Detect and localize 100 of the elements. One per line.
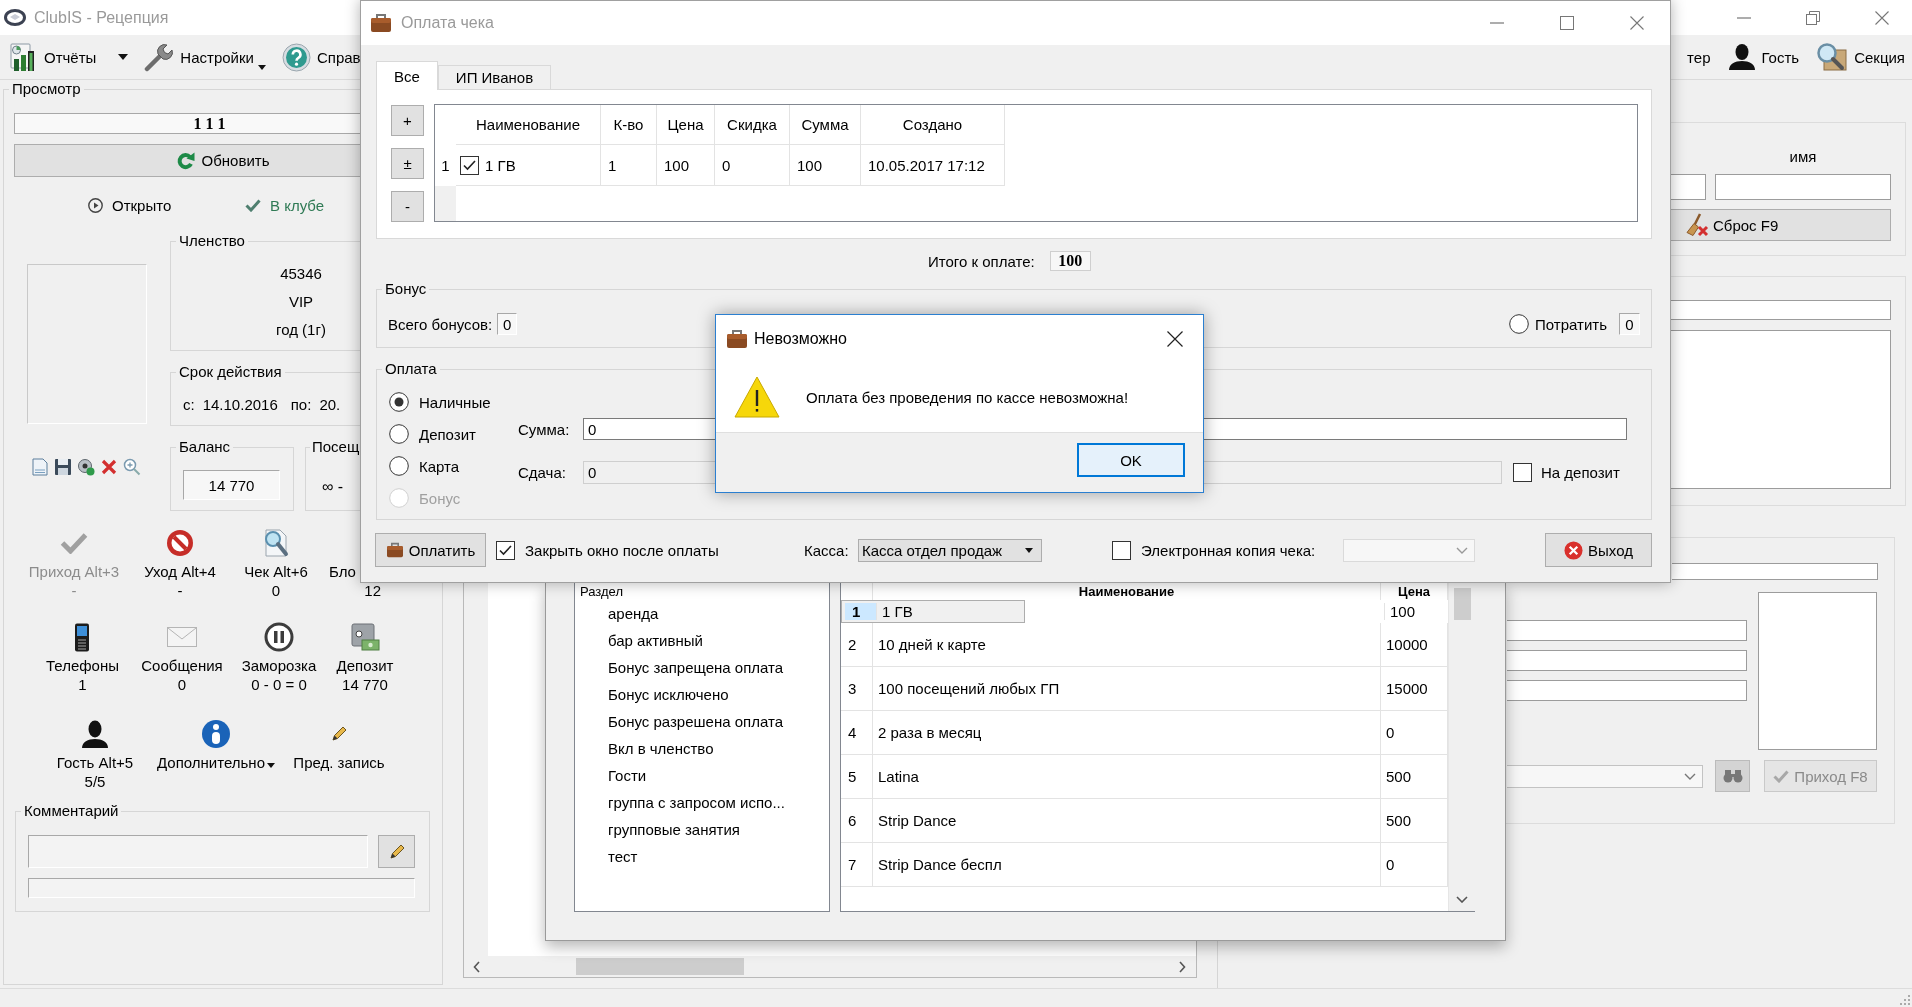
toolbar-button[interactable]: Настройки — [144, 38, 266, 76]
row-number: 5 — [841, 755, 873, 798]
column-header[interactable]: Создано — [861, 105, 1005, 145]
radio-button[interactable] — [1509, 314, 1530, 334]
column-header[interactable]: Наименование — [456, 105, 601, 145]
list-item[interactable]: бар активный — [575, 627, 829, 654]
list-item[interactable]: групповые занятия — [575, 816, 829, 843]
exit-button[interactable]: Выход — [1545, 533, 1652, 567]
column-header[interactable]: Скидка — [715, 105, 790, 145]
checkbox-label[interactable]: Закрыть окно после оплаты — [525, 541, 719, 559]
restore-icon[interactable] — [1806, 10, 1820, 25]
refresh-button[interactable]: Обновить — [14, 144, 360, 177]
dropdown[interactable]: Касса отдел продаж — [858, 538, 1042, 562]
list-item[interactable]: тест — [575, 843, 829, 870]
input-field[interactable] — [1507, 650, 1747, 671]
input-field[interactable] — [1507, 680, 1747, 701]
pay-button[interactable]: Оплатить — [375, 533, 486, 567]
radio-button[interactable] — [389, 392, 409, 412]
list-item[interactable]: Бонус разрешена оплата — [575, 708, 829, 735]
caret-icon[interactable] — [257, 65, 266, 70]
table-row[interactable]: 4 2 раза в месяц 0 — [841, 711, 1448, 755]
checkbox[interactable] — [1112, 540, 1131, 560]
radio-button[interactable] — [389, 456, 409, 476]
reset-button[interactable]: Сброс F9 — [1671, 209, 1891, 241]
cross-icon[interactable] — [100, 458, 118, 476]
webcam-icon[interactable] — [77, 458, 95, 476]
search-button[interactable] — [1715, 760, 1750, 792]
row-button[interactable]: + — [391, 105, 424, 136]
save-icon[interactable] — [54, 458, 72, 476]
caret-icon[interactable] — [118, 54, 129, 60]
action-button[interactable]: Дополнительно — [157, 717, 275, 772]
change-field[interactable] — [1204, 461, 1502, 484]
chevron-down-icon[interactable] — [1456, 896, 1468, 903]
checkbox-label[interactable]: Электронная копия чека: — [1141, 541, 1316, 559]
list-item[interactable]: Бонус исключено — [575, 681, 829, 708]
action-button[interactable]: Бло — [329, 562, 356, 581]
action-button[interactable]: Гость Alt+5 — [56, 717, 134, 772]
resize-grip-icon[interactable] — [1900, 995, 1910, 1005]
checkbox[interactable] — [496, 540, 515, 560]
table-row[interactable]: 5 Latina 500 — [841, 755, 1448, 799]
input-field[interactable] — [1671, 300, 1891, 320]
text-field[interactable] — [28, 878, 415, 898]
option-label[interactable]: Карта — [419, 457, 460, 475]
ok-button[interactable]: OK — [1077, 443, 1185, 477]
maximize-icon[interactable] — [1560, 16, 1574, 30]
toolbar-button[interactable]: Секция — [1816, 38, 1905, 76]
action-button[interactable]: Пред. запись — [293, 717, 385, 772]
toolbar-button[interactable]: Справ — [281, 38, 361, 76]
toolbar-button[interactable]: Гость — [1727, 38, 1800, 76]
option-label[interactable]: Депозит — [419, 425, 476, 443]
close-icon[interactable] — [1167, 330, 1183, 347]
list-item[interactable]: аренда — [575, 600, 829, 627]
dropdown[interactable] — [1507, 764, 1703, 788]
tab[interactable]: ИП Иванов — [437, 65, 552, 89]
column-header[interactable]: Сумма — [790, 105, 861, 145]
action-button[interactable]: Уход Alt+4 — [144, 530, 216, 581]
list-item[interactable]: Вкл в членство — [575, 735, 829, 762]
list-item[interactable]: Бонус запрещена оплата — [575, 654, 829, 681]
checkbox[interactable] — [460, 155, 479, 175]
vertical-scrollbar[interactable] — [1448, 583, 1475, 911]
list-item[interactable]: Гости — [575, 762, 829, 789]
table-row[interactable]: 2 10 дней к карте 10000 — [841, 623, 1448, 667]
text-field[interactable] — [28, 835, 368, 868]
row-button[interactable]: - — [391, 191, 424, 222]
input-field[interactable] — [1507, 620, 1747, 641]
chevron-left-icon[interactable] — [473, 960, 480, 973]
action-button[interactable]: Сообщения — [141, 622, 223, 675]
action-button[interactable]: Заморозка — [241, 622, 317, 675]
checkbox-label[interactable]: На депозит — [1541, 464, 1620, 481]
action-button[interactable]: Депозит — [336, 622, 394, 675]
option-label[interactable]: Наличные — [419, 393, 491, 411]
zoom-in-icon[interactable] — [123, 458, 141, 476]
table-row[interactable]: 7 Strip Dance беспл 0 — [841, 843, 1448, 887]
scrollbar-thumb[interactable] — [576, 958, 744, 975]
bonus-field[interactable]: 0 — [1619, 313, 1640, 335]
document-icon[interactable] — [31, 458, 49, 476]
group-title: Срок действия — [178, 363, 283, 381]
input-field[interactable] — [1672, 563, 1878, 580]
list-item[interactable]: группа с запросом испо... — [575, 789, 829, 816]
input-field[interactable] — [1671, 174, 1706, 200]
tab[interactable]: Все — [376, 61, 438, 90]
radio-button[interactable] — [389, 424, 409, 444]
column-header[interactable]: К-во — [601, 105, 657, 145]
chevron-right-icon[interactable] — [1179, 960, 1186, 973]
scrollbar-thumb[interactable] — [1453, 588, 1471, 620]
checkbox[interactable] — [1513, 463, 1532, 482]
toolbar-button[interactable]: Отчёты — [10, 38, 129, 76]
input-field[interactable] — [1715, 174, 1891, 200]
column-header[interactable]: Цена — [657, 105, 715, 145]
toolbar-button[interactable]: тер — [1687, 38, 1711, 76]
table-row[interactable]: 6 Strip Dance 500 — [841, 799, 1448, 843]
text-area[interactable] — [1758, 592, 1877, 750]
action-button[interactable]: Телефоны — [46, 622, 119, 675]
table-row[interactable]: 3 100 посещений любых ГП 15000 — [841, 667, 1448, 711]
minimize-icon[interactable] — [1737, 16, 1751, 19]
card-number-field[interactable]: 1 1 1 — [14, 113, 360, 134]
row-button[interactable]: ± — [391, 148, 424, 179]
edit-button[interactable] — [378, 835, 415, 868]
action-button[interactable]: Чек Alt+6 — [244, 530, 308, 581]
option-label[interactable]: Потратить — [1535, 315, 1607, 333]
